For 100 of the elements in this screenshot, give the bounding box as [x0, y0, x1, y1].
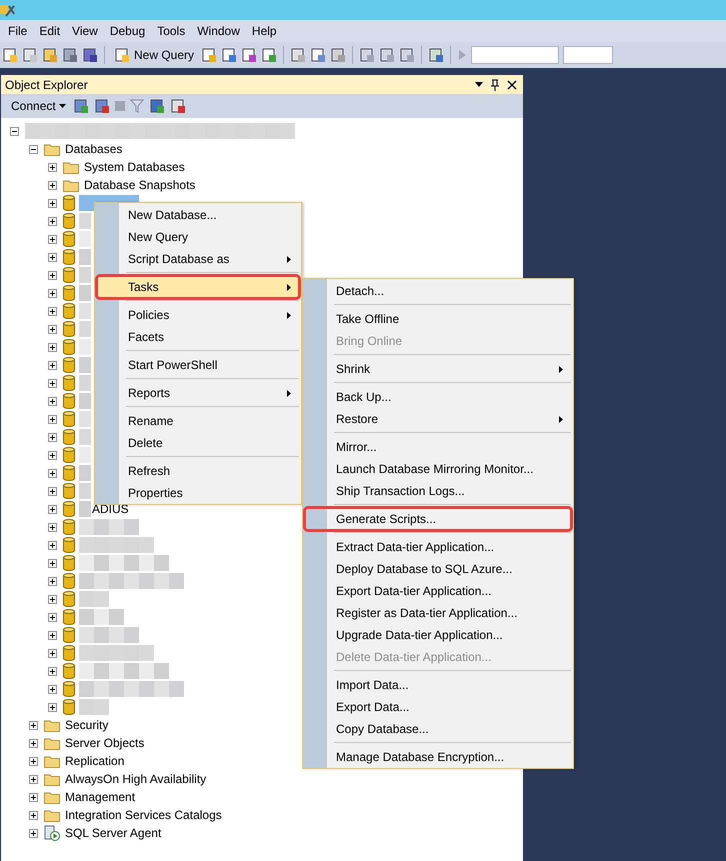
expand-toggle[interactable]	[48, 468, 57, 478]
menu-item[interactable]: Restore	[305, 408, 571, 430]
expand-toggle[interactable]	[48, 288, 57, 298]
expand-toggle[interactable]	[29, 756, 38, 766]
menu-item[interactable]: New Query	[97, 226, 299, 248]
expand-toggle[interactable]	[29, 144, 38, 154]
menu-item[interactable]: Refresh	[97, 460, 299, 482]
menu-bar-item[interactable]: Debug	[104, 24, 152, 38]
expand-toggle[interactable]	[48, 270, 57, 280]
submenu-arrow-icon	[559, 366, 563, 372]
dropdown-field[interactable]	[471, 46, 560, 64]
expand-toggle[interactable]	[48, 198, 57, 208]
submenu-arrow-icon	[287, 390, 291, 396]
expand-toggle[interactable]	[48, 450, 57, 460]
connect-button[interactable]: Connect	[9, 99, 68, 113]
menu-item[interactable]: Delete	[97, 432, 299, 454]
expand-toggle[interactable]	[10, 126, 19, 136]
menu-bar-item[interactable]: Tools	[151, 24, 192, 38]
expand-toggle[interactable]	[29, 720, 38, 730]
menu-item[interactable]: Script Database as	[97, 248, 299, 270]
menu-item[interactable]: Launch Database Mirroring Monitor...	[305, 458, 571, 480]
tree-item[interactable]: Management	[64, 790, 136, 804]
expand-toggle[interactable]	[48, 162, 57, 172]
menu-item[interactable]: Ship Transaction Logs...	[305, 480, 571, 502]
expand-toggle[interactable]	[29, 738, 38, 748]
tree-item[interactable]: Server Objects	[64, 736, 146, 750]
expand-toggle[interactable]	[48, 216, 57, 226]
expand-toggle[interactable]	[48, 396, 57, 406]
menu-bar-item[interactable]: Window	[191, 24, 246, 38]
expand-toggle[interactable]	[48, 252, 57, 262]
database-icon	[63, 231, 75, 247]
menu-item[interactable]: Reports	[97, 382, 299, 404]
tree-item[interactable]: Replication	[64, 754, 126, 768]
expand-toggle[interactable]	[48, 648, 57, 658]
menu-item[interactable]: Generate Scripts...	[305, 508, 571, 530]
menu-item[interactable]: Upgrade Data-tier Application...	[305, 624, 571, 646]
tree-item[interactable]: Database Snapshots	[83, 178, 196, 192]
expand-toggle[interactable]	[48, 234, 57, 244]
menu-bar-item[interactable]: Help	[246, 24, 283, 38]
tree-item[interactable]: ADIUS	[91, 502, 130, 516]
expand-toggle[interactable]	[48, 684, 57, 694]
menu-item[interactable]: Take Offline	[305, 308, 571, 330]
expand-toggle[interactable]	[48, 324, 57, 334]
expand-toggle[interactable]	[48, 486, 57, 496]
menu-item[interactable]: Mirror...	[305, 436, 571, 458]
menu-item[interactable]: Properties	[97, 482, 299, 504]
expand-toggle[interactable]	[48, 342, 57, 352]
menu-item[interactable]: Rename	[97, 410, 299, 432]
expand-toggle[interactable]	[48, 360, 57, 370]
expand-toggle[interactable]	[48, 576, 57, 586]
expand-toggle[interactable]	[48, 180, 57, 190]
tree-item[interactable]: Integration Services Catalogs	[64, 808, 223, 822]
menu-item[interactable]: Extract Data-tier Application...	[305, 536, 571, 558]
tree-item[interactable]: AlwaysOn High Availability	[64, 772, 208, 786]
database-icon	[63, 609, 75, 625]
menu-item[interactable]: Import Data...	[305, 674, 571, 696]
menu-item[interactable]: Shrink	[305, 358, 571, 380]
menu-item[interactable]: Facets	[97, 326, 299, 348]
expand-toggle[interactable]	[29, 810, 38, 820]
expand-toggle[interactable]	[29, 792, 38, 802]
menu-item[interactable]: Start PowerShell	[97, 354, 299, 376]
expand-toggle[interactable]	[48, 522, 57, 532]
menu-item[interactable]: Detach...	[305, 280, 571, 302]
submenu-arrow-icon	[559, 416, 563, 422]
menu-bar-item[interactable]: View	[66, 24, 104, 38]
menu-item[interactable]: New Database...	[97, 204, 299, 226]
menu-item[interactable]: Policies	[97, 304, 299, 326]
menu-item[interactable]: Tasks	[97, 276, 299, 298]
menu-item[interactable]: Export Data...	[305, 696, 571, 718]
menu-item[interactable]: Manage Database Encryption...	[305, 746, 571, 768]
tree-item[interactable]: Databases	[64, 142, 124, 156]
expand-toggle[interactable]	[29, 774, 38, 784]
expand-toggle[interactable]	[48, 630, 57, 640]
new-query-button[interactable]: New Query	[111, 47, 198, 63]
expand-toggle[interactable]	[48, 414, 57, 424]
menu-item[interactable]: Deploy Database to SQL Azure...	[305, 558, 571, 580]
expand-toggle[interactable]	[48, 612, 57, 622]
menu-item[interactable]: Register as Data-tier Application...	[305, 602, 571, 624]
menu-item[interactable]: Back Up...	[305, 386, 571, 408]
database-icon	[63, 393, 75, 409]
expand-toggle[interactable]	[48, 504, 57, 514]
menu-bar-item[interactable]: Edit	[33, 24, 66, 38]
menu-bar-item[interactable]: File	[2, 24, 34, 38]
menu-item[interactable]: Export Data-tier Application...	[305, 580, 571, 602]
expand-toggle[interactable]	[48, 306, 57, 316]
expand-toggle[interactable]	[48, 558, 57, 568]
menu-item[interactable]: Copy Database...	[305, 718, 571, 740]
expand-toggle[interactable]	[29, 828, 38, 838]
expand-toggle[interactable]	[48, 540, 57, 550]
expand-toggle[interactable]	[48, 594, 57, 604]
expand-toggle[interactable]	[48, 378, 57, 388]
dropdown-field[interactable]	[563, 46, 614, 64]
expand-toggle[interactable]	[48, 702, 57, 712]
tree-item[interactable]: SQL Server Agent	[64, 826, 162, 840]
tree-item[interactable]: Security	[64, 718, 110, 732]
expand-toggle[interactable]	[48, 666, 57, 676]
submenu-arrow-icon	[287, 312, 291, 318]
panel-controls-icon[interactable]	[475, 78, 519, 90]
tree-item[interactable]: System Databases	[83, 160, 186, 174]
expand-toggle[interactable]	[48, 432, 57, 442]
